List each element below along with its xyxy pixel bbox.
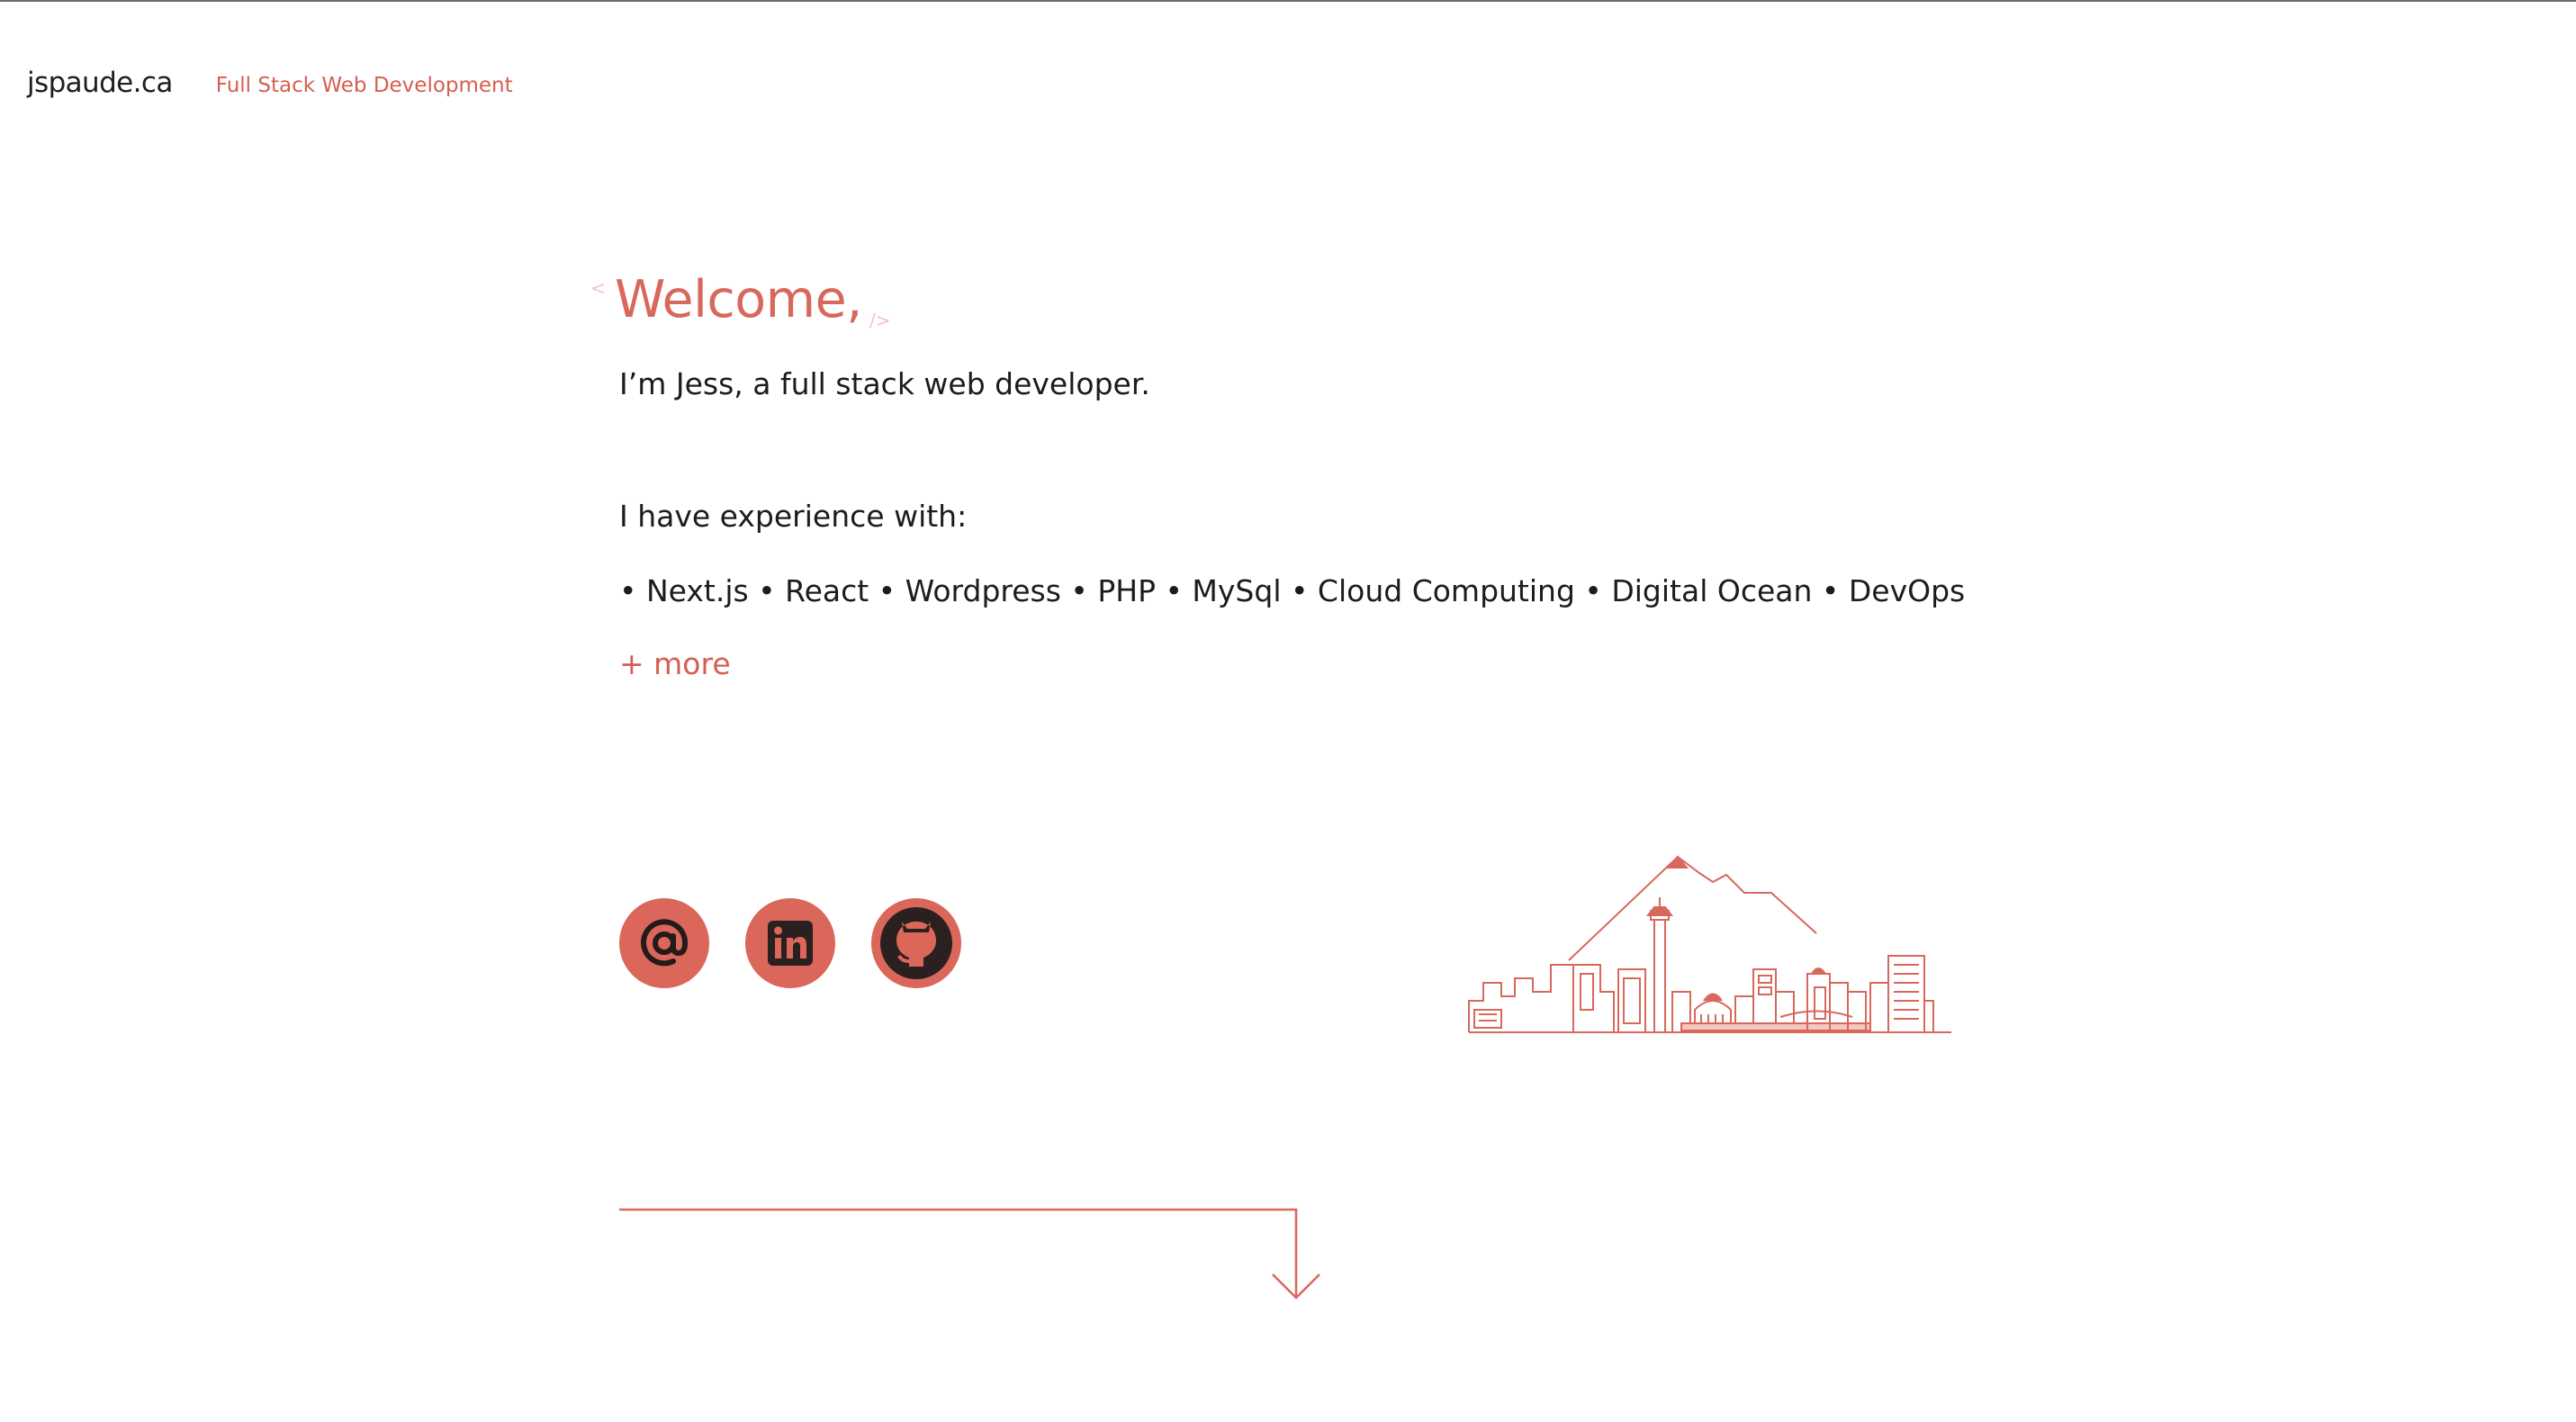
site-header: jspaude.ca Full Stack Web Development — [27, 67, 513, 103]
site-tagline-link[interactable]: Full Stack Web Development — [216, 74, 513, 97]
github-icon — [880, 907, 952, 979]
tag-close-glyph: /> — [869, 310, 891, 331]
intro-text: I’m Jess, a full stack web developer. — [619, 366, 1150, 401]
email-at-icon — [641, 919, 689, 967]
github-button[interactable] — [871, 898, 961, 988]
skills-list: • Next.js • React • Wordpress • PHP • My… — [619, 573, 1966, 608]
more-skills-link[interactable]: + more — [619, 646, 731, 681]
email-button[interactable] — [619, 898, 709, 988]
site-logo[interactable]: jspaude.ca — [27, 67, 173, 99]
scroll-down-arrow[interactable] — [619, 1206, 1330, 1305]
social-links — [619, 898, 961, 988]
welcome-title: Welcome, — [615, 270, 862, 329]
city-skyline-illustration — [1468, 855, 1951, 1033]
linkedin-button[interactable] — [745, 898, 835, 988]
linkedin-icon — [768, 921, 813, 966]
tag-open-glyph: < — [590, 277, 606, 299]
experience-label: I have experience with: — [619, 499, 968, 534]
